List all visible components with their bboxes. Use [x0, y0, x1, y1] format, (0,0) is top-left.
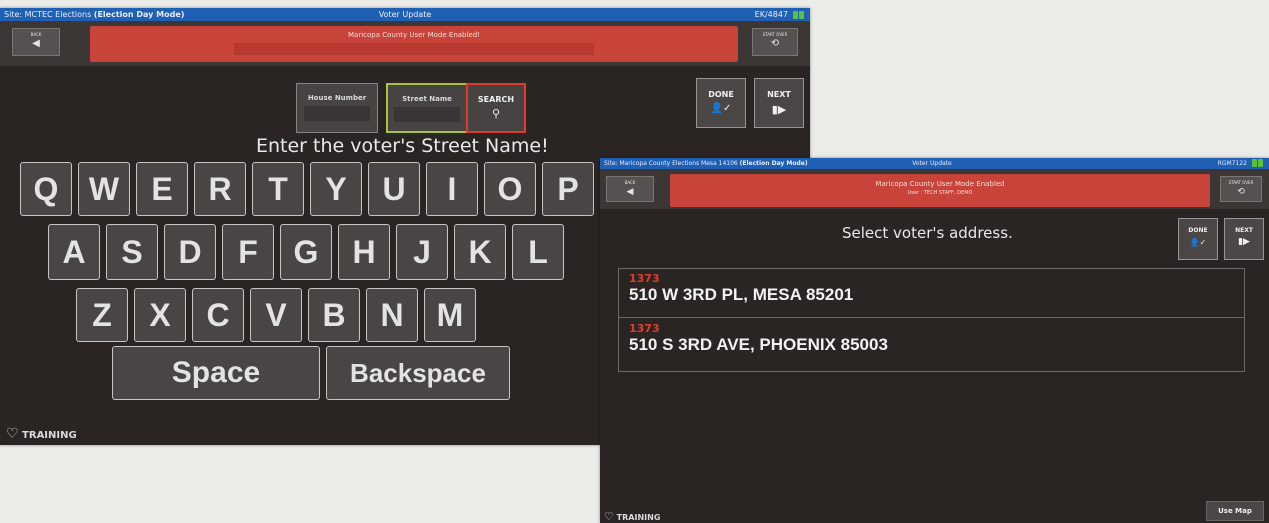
next-icon: ▮▶ — [1238, 237, 1250, 247]
title-bar: Site: Maricopa County Elections Mesa 141… — [600, 158, 1269, 169]
done-button[interactable]: DONE 👤✓ — [1178, 218, 1218, 260]
window-title: Voter Update — [912, 160, 952, 167]
key-g[interactable]: G — [280, 224, 332, 280]
start-over-icon: ⟲ — [1237, 187, 1245, 197]
device-id: EK/4847 — [754, 10, 788, 19]
address-option-2[interactable]: 1373 510 S 3RD AVE, PHOENIX 85003 — [619, 319, 1244, 371]
status-icons — [792, 10, 806, 19]
house-number-field[interactable]: House Number — [296, 83, 378, 133]
address-text: 510 W 3RD PL, MESA 85201 — [629, 285, 854, 304]
back-button[interactable]: BACK ◀︎ — [606, 176, 654, 202]
status-icons — [1251, 159, 1265, 168]
key-e[interactable]: E — [136, 162, 188, 216]
back-icon: ◀︎ — [32, 38, 40, 49]
key-q[interactable]: Q — [20, 162, 72, 216]
backspace-key[interactable]: Backspace — [326, 346, 510, 400]
key-t[interactable]: T — [252, 162, 304, 216]
key-k[interactable]: K — [454, 224, 506, 280]
title-bar: Site: MCTEC Elections (Election Day Mode… — [0, 8, 810, 21]
precinct-number: 1373 — [629, 272, 660, 285]
next-button[interactable]: NEXT ▮▶ — [754, 78, 804, 128]
key-j[interactable]: J — [396, 224, 448, 280]
key-m[interactable]: M — [424, 288, 476, 342]
key-c[interactable]: C — [192, 288, 244, 342]
key-s[interactable]: S — [106, 224, 158, 280]
key-x[interactable]: X — [134, 288, 186, 342]
key-l[interactable]: L — [512, 224, 564, 280]
search-button[interactable]: SEARCH ⚲ — [466, 83, 526, 133]
lightbulb-icon: ♡ — [604, 510, 614, 523]
key-o[interactable]: O — [484, 162, 536, 216]
space-key[interactable]: Space — [112, 346, 320, 400]
key-a[interactable]: A — [48, 224, 100, 280]
back-button[interactable]: BACK ◀︎ — [12, 28, 60, 56]
person-check-icon: 👤✓ — [1189, 238, 1207, 247]
key-w[interactable]: W — [78, 162, 130, 216]
training-indicator: ♡ TRAINING — [6, 426, 77, 442]
start-over-button[interactable]: START OVER ⟲ — [752, 28, 798, 56]
key-p[interactable]: P — [542, 162, 594, 216]
instruction-prompt: Enter the voter's Street Name! — [256, 135, 549, 157]
address-list: 1373 510 W 3RD PL, MESA 85201 1373 510 S… — [618, 268, 1245, 372]
next-button[interactable]: NEXT ▮▶ — [1224, 218, 1264, 260]
address-text: 510 S 3RD AVE, PHOENIX 85003 — [629, 335, 888, 354]
instruction-prompt: Select voter's address. — [842, 224, 1013, 242]
site-label: Site: Maricopa County Elections Mesa 141… — [604, 160, 808, 167]
key-n[interactable]: N — [366, 288, 418, 342]
key-y[interactable]: Y — [310, 162, 362, 216]
key-h[interactable]: H — [338, 224, 390, 280]
start-over-icon: ⟲ — [770, 38, 780, 49]
key-v[interactable]: V — [250, 288, 302, 342]
person-check-icon: 👤✓ — [710, 103, 732, 114]
address-option-1[interactable]: 1373 510 W 3RD PL, MESA 85201 — [619, 269, 1244, 318]
precinct-number: 1373 — [629, 322, 660, 335]
right-kiosk-screen: Site: Maricopa County Elections Mesa 141… — [600, 158, 1269, 523]
device-id: RGM7122 — [1217, 160, 1247, 167]
lightbulb-icon: ♡ — [6, 426, 19, 442]
key-u[interactable]: U — [368, 162, 420, 216]
back-icon: ◀︎ — [626, 187, 634, 197]
street-name-field[interactable]: Street Name — [386, 83, 468, 133]
key-i[interactable]: I — [426, 162, 478, 216]
window-title: Voter Update — [378, 10, 432, 19]
key-z[interactable]: Z — [76, 288, 128, 342]
done-button[interactable]: DONE 👤✓ — [696, 78, 746, 128]
start-over-button[interactable]: START OVER ⟲ — [1220, 176, 1262, 202]
key-b[interactable]: B — [308, 288, 360, 342]
next-icon: ▮▶ — [771, 103, 787, 116]
training-indicator: ♡ TRAINING — [604, 510, 661, 523]
use-map-button[interactable]: Use Map — [1206, 501, 1264, 521]
key-r[interactable]: R — [194, 162, 246, 216]
magnifier-icon: ⚲ — [491, 107, 501, 120]
site-label: Site: MCTEC Elections (Election Day Mode… — [4, 10, 185, 19]
user-mode-banner: Maricopa County User Mode Enabled! — [90, 26, 738, 62]
key-d[interactable]: D — [164, 224, 216, 280]
key-f[interactable]: F — [222, 224, 274, 280]
user-mode-banner: Maricopa County User Mode Enabled User :… — [670, 174, 1210, 207]
